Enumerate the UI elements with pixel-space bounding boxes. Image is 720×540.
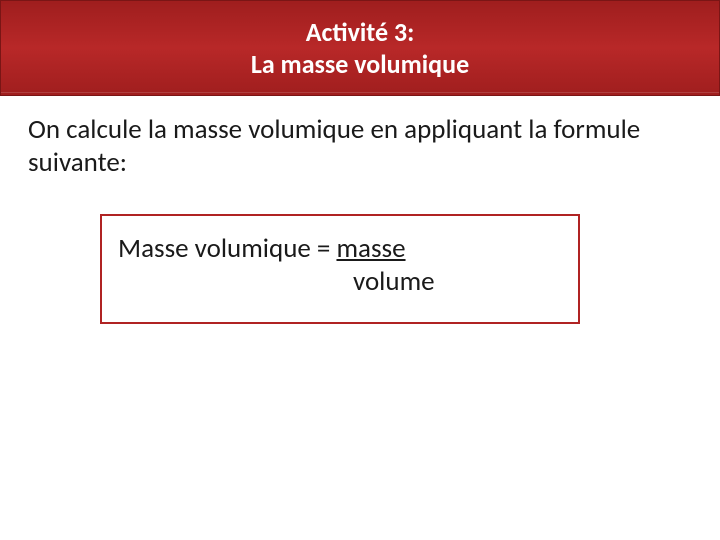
formula-line-1: Masse volumique = masse bbox=[118, 232, 568, 265]
intro-text: On calcule la masse volumique en appliqu… bbox=[0, 96, 720, 188]
header-title-line2: La masse volumique bbox=[251, 48, 469, 81]
formula-denominator: volume bbox=[118, 265, 568, 298]
formula-lhs: Masse volumique = bbox=[118, 232, 336, 265]
formula-box: Masse volumique = masse volume bbox=[100, 214, 580, 324]
formula-numerator: masse bbox=[336, 232, 405, 265]
slide-header: Activité 3: La masse volumique bbox=[0, 0, 720, 96]
header-title-line1: Activité 3: bbox=[306, 16, 415, 49]
